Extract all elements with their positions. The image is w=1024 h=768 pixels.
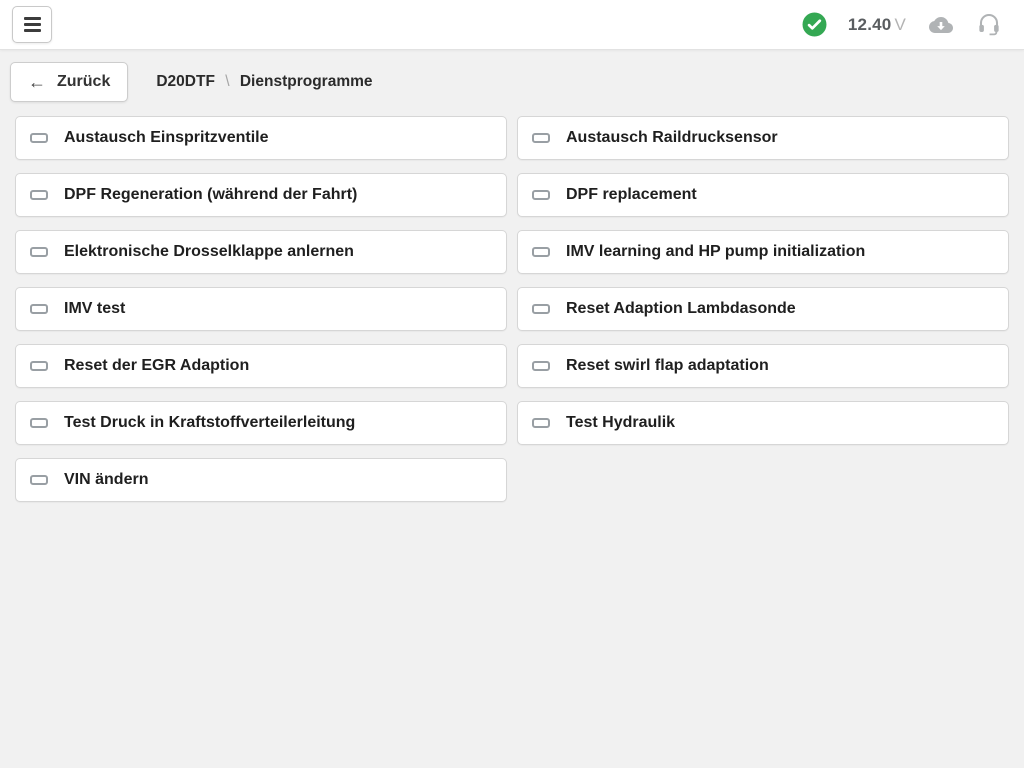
service-item-icon (532, 190, 550, 200)
service-button[interactable]: IMV learning and HP pump initialization (517, 230, 1009, 274)
service-label: DPF replacement (566, 186, 697, 204)
breadcrumb-current: Dienstprogramme (240, 73, 373, 90)
service-label: VIN ändern (64, 471, 148, 489)
service-item-icon (30, 475, 48, 485)
service-item-icon (532, 418, 550, 428)
hamburger-icon (24, 17, 41, 32)
service-button[interactable]: Reset der EGR Adaption (15, 344, 507, 388)
top-bar: 12.40V (0, 0, 1024, 50)
breadcrumb-separator: \ (225, 73, 229, 90)
service-label: Austausch Raildrucksensor (566, 129, 778, 147)
service-item-icon (30, 361, 48, 371)
service-item-icon (30, 418, 48, 428)
back-button-label: Zurück (57, 73, 110, 91)
headset-icon[interactable] (976, 11, 1002, 38)
voltage-value: 12.40 (848, 15, 892, 34)
service-label: Reset der EGR Adaption (64, 357, 249, 375)
service-label: Austausch Einspritzventile (64, 129, 269, 147)
service-button[interactable]: Test Druck in Kraftstoffverteilerleitung (15, 401, 507, 445)
service-label: Elektronische Drosselklappe anlernen (64, 243, 354, 261)
service-button[interactable]: Elektronische Drosselklappe anlernen (15, 230, 507, 274)
service-label: Test Druck in Kraftstoffverteilerleitung (64, 414, 355, 432)
breadcrumb-bar: ← Zurück D20DTF \ Dienstprogramme (10, 62, 1014, 102)
service-button[interactable]: Reset Adaption Lambdasonde (517, 287, 1009, 331)
service-button[interactable]: Test Hydraulik (517, 401, 1009, 445)
menu-button[interactable] (12, 6, 52, 43)
service-button[interactable]: DPF Regeneration (während der Fahrt) (15, 173, 507, 217)
battery-voltage: 12.40V (848, 15, 906, 35)
breadcrumb: D20DTF \ Dienstprogramme (156, 73, 372, 91)
service-item-icon (532, 247, 550, 257)
service-item-icon (532, 361, 550, 371)
check-circle-icon (802, 12, 827, 37)
cloud-download-icon[interactable] (927, 13, 955, 37)
service-item-icon (30, 133, 48, 143)
back-button[interactable]: ← Zurück (10, 62, 128, 102)
service-label: IMV learning and HP pump initialization (566, 243, 865, 261)
service-button[interactable]: DPF replacement (517, 173, 1009, 217)
service-item-icon (30, 190, 48, 200)
service-label: Reset swirl flap adaptation (566, 357, 769, 375)
service-label: Test Hydraulik (566, 414, 675, 432)
service-item-icon (532, 133, 550, 143)
voltage-unit: V (894, 15, 906, 34)
service-button[interactable]: IMV test (15, 287, 507, 331)
top-bar-status-cluster: 12.40V (802, 11, 1002, 38)
service-item-icon (30, 304, 48, 314)
service-label: IMV test (64, 300, 125, 318)
service-button[interactable]: Austausch Einspritzventile (15, 116, 507, 160)
breadcrumb-parent: D20DTF (156, 73, 215, 90)
back-arrow-icon: ← (28, 73, 46, 91)
service-grid: Austausch Einspritzventile Austausch Rai… (15, 116, 1009, 502)
service-button[interactable]: VIN ändern (15, 458, 507, 502)
service-label: Reset Adaption Lambdasonde (566, 300, 796, 318)
service-item-icon (532, 304, 550, 314)
service-label: DPF Regeneration (während der Fahrt) (64, 186, 357, 204)
service-button[interactable]: Reset swirl flap adaptation (517, 344, 1009, 388)
service-item-icon (30, 247, 48, 257)
service-button[interactable]: Austausch Raildrucksensor (517, 116, 1009, 160)
